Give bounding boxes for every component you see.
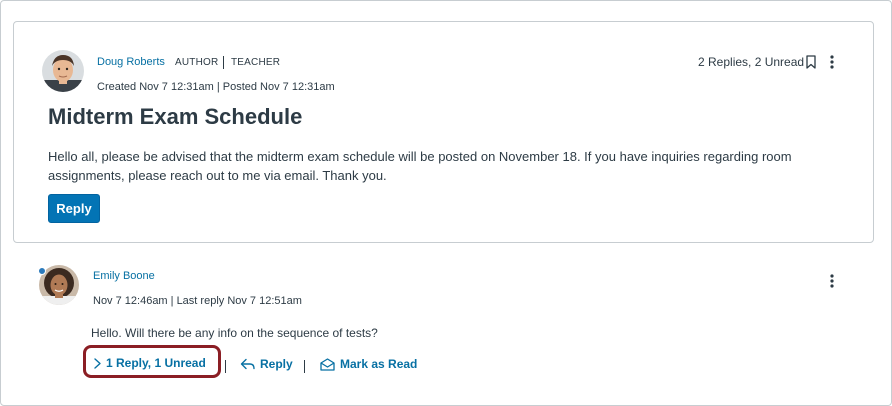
bookmark-icon[interactable] <box>803 53 819 71</box>
author-avatar[interactable] <box>42 50 84 92</box>
unread-indicator-dot <box>38 267 46 275</box>
entry-timestamps: Nov 7 12:46am | Last reply Nov 7 12:51am <box>93 295 302 307</box>
topic-reply-button[interactable]: Reply <box>48 194 100 223</box>
author-role-badge: AUTHOR <box>175 57 219 68</box>
role-separator <box>223 56 224 69</box>
envelope-open-icon <box>320 357 335 371</box>
reply-arrow-icon <box>240 358 255 370</box>
entry-author-name-link[interactable]: Emily Boone <box>93 270 155 282</box>
highlight-annotation <box>83 345 221 378</box>
teacher-role-badge: TEACHER <box>231 57 281 68</box>
topic-timestamps: Created Nov 7 12:31am | Posted Nov 7 12:… <box>97 81 335 93</box>
topic-title: Midterm Exam Schedule <box>48 104 303 129</box>
discussion-topic-card: Doug Roberts AUTHOR TEACHER Created Nov … <box>13 21 874 243</box>
mark-as-read-label: Mark as Read <box>340 357 418 371</box>
discussion-frame: Doug Roberts AUTHOR TEACHER Created Nov … <box>0 0 892 406</box>
entry-message: Hello. Will there be any info on the seq… <box>91 326 378 340</box>
author-name-link[interactable]: Doug Roberts <box>97 56 165 68</box>
more-options-icon[interactable] <box>824 53 840 71</box>
action-separator <box>304 360 305 373</box>
reply-count-summary: 2 Replies, 2 Unread <box>698 55 805 69</box>
topic-message: Hello all, please be advised that the mi… <box>48 149 792 183</box>
entry-reply-link[interactable]: Reply <box>240 357 293 371</box>
mark-as-read-link[interactable]: Mark as Read <box>320 357 417 371</box>
action-separator <box>225 360 226 373</box>
entry-reply-label: Reply <box>260 357 293 371</box>
entry-more-options-icon[interactable] <box>824 272 840 290</box>
